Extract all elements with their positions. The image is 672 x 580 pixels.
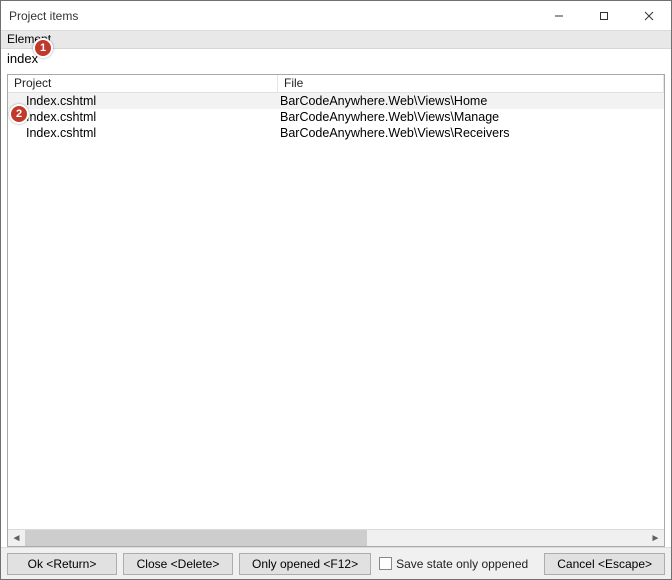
dialog-footer: Ok <Return> Close <Delete> Only opened <… <box>1 547 671 579</box>
close-window-button[interactable] <box>626 1 671 30</box>
scroll-left-arrow-icon[interactable]: ◄ <box>8 530 25 547</box>
cell-file: BarCodeAnywhere.Web\Views\Receivers <box>278 126 664 140</box>
column-headers: Project File <box>8 75 664 93</box>
minimize-icon <box>554 11 564 21</box>
save-state-label: Save state only oppened <box>396 557 528 571</box>
column-header-project[interactable]: Project <box>8 75 278 92</box>
cell-project: Index.cshtml <box>8 94 278 108</box>
minimize-button[interactable] <box>536 1 581 30</box>
column-header-file[interactable]: File <box>278 75 664 92</box>
window-controls <box>536 1 671 30</box>
scrollbar-thumb[interactable] <box>25 530 367 546</box>
search-label-row: Element <box>1 31 671 49</box>
annotation-callout-2: 2 <box>9 104 29 124</box>
close-button[interactable]: Close <Delete> <box>123 553 233 575</box>
table-row[interactable]: Index.cshtmlBarCodeAnywhere.Web\Views\Ma… <box>8 109 664 125</box>
results-panel: Project File Index.cshtmlBarCodeAnywhere… <box>7 74 665 547</box>
save-state-checkbox[interactable] <box>379 557 392 570</box>
maximize-icon <box>599 11 609 21</box>
scroll-right-arrow-icon[interactable]: ► <box>647 530 664 547</box>
save-state-checkbox-wrap[interactable]: Save state only oppened <box>379 557 528 571</box>
ok-button[interactable]: Ok <Return> <box>7 553 117 575</box>
cell-project: Index.cshtml <box>8 126 278 140</box>
titlebar: Project items <box>1 1 671 31</box>
cell-project: Index.cshtml <box>8 110 278 124</box>
table-row[interactable]: Index.cshtmlBarCodeAnywhere.Web\Views\Re… <box>8 125 664 141</box>
close-icon <box>644 11 654 21</box>
search-input[interactable] <box>7 51 665 66</box>
cell-file: BarCodeAnywhere.Web\Views\Manage <box>278 110 664 124</box>
table-row[interactable]: Index.cshtmlBarCodeAnywhere.Web\Views\Ho… <box>8 93 664 109</box>
scrollbar-track[interactable] <box>25 530 647 546</box>
annotation-callout-1: 1 <box>33 38 53 58</box>
horizontal-scrollbar[interactable]: ◄ ► <box>8 529 664 546</box>
cell-file: BarCodeAnywhere.Web\Views\Home <box>278 94 664 108</box>
search-row <box>1 49 671 71</box>
window-title: Project items <box>9 9 536 23</box>
results-rows: Index.cshtmlBarCodeAnywhere.Web\Views\Ho… <box>8 93 664 529</box>
cancel-button[interactable]: Cancel <Escape> <box>544 553 665 575</box>
project-items-dialog: Project items Element Project File Index… <box>0 0 672 580</box>
only-opened-button[interactable]: Only opened <F12> <box>239 553 371 575</box>
maximize-button[interactable] <box>581 1 626 30</box>
